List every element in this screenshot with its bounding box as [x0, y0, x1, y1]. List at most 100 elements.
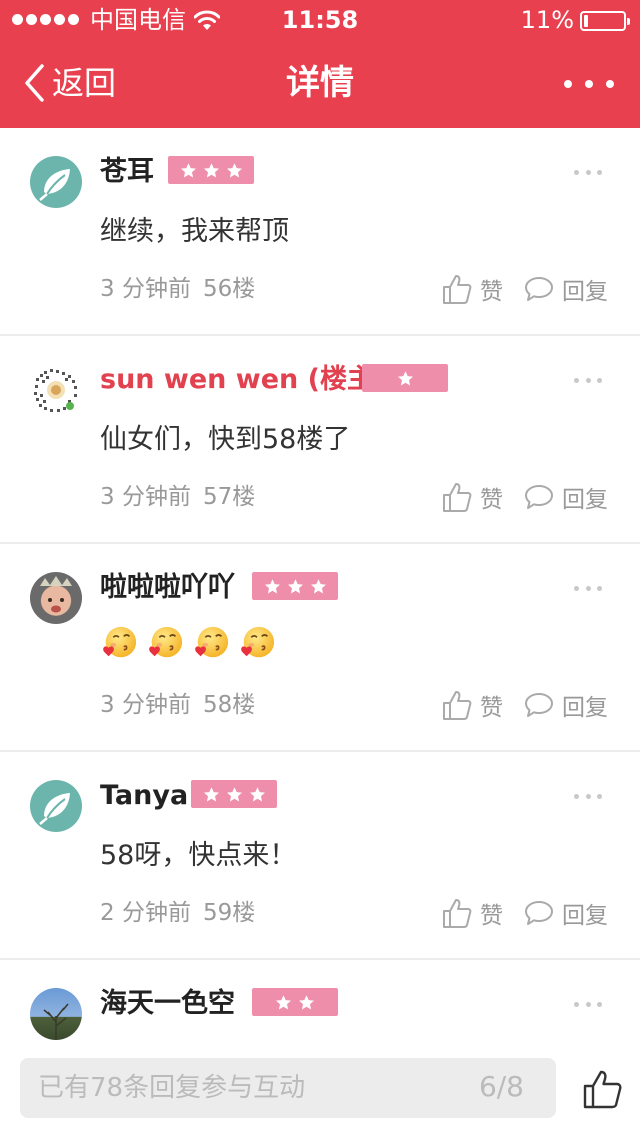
- reply-button[interactable]: 回复: [524, 688, 608, 722]
- like-button[interactable]: 赞: [442, 688, 503, 722]
- like-label: 赞: [480, 695, 503, 721]
- star-icon: [203, 162, 219, 177]
- reply-label: 回复: [562, 903, 608, 929]
- star-icon: [276, 994, 291, 1009]
- battery-percent: 11%: [520, 6, 574, 34]
- leaf-icon: [39, 169, 70, 201]
- navigation-bar: 返回 详情: [0, 40, 640, 128]
- post-menu-button[interactable]: [574, 376, 602, 384]
- thumbs-up-icon: [443, 899, 472, 928]
- reply-meta: 3 分钟前 56楼: [100, 272, 255, 306]
- post-menu-button[interactable]: [574, 168, 602, 176]
- reply-label: 回复: [562, 279, 608, 305]
- like-label: 赞: [480, 487, 503, 513]
- star-icon: [264, 578, 280, 593]
- chevron-left-icon: [25, 64, 44, 102]
- level-badge: [191, 780, 277, 808]
- like-label: 赞: [480, 279, 503, 305]
- reply-input[interactable]: 已有78条回复参与互动 6/8: [20, 1058, 556, 1118]
- reply-content: 58呀，快点来！: [100, 840, 297, 871]
- post-menu-button[interactable]: [574, 1000, 602, 1008]
- star-icon: [226, 162, 242, 177]
- like-label: 赞: [480, 903, 503, 929]
- floor-number: 56楼: [202, 276, 256, 302]
- reply-time: 3 分钟前: [100, 484, 191, 510]
- post-menu-button[interactable]: [574, 584, 602, 592]
- post-menu-button[interactable]: [574, 792, 602, 800]
- reply-list: 苍耳 继续，我来帮顶 3 分钟前 56楼 赞 回复 sun wen wen (楼…: [0, 128, 640, 1050]
- back-label: 返回: [52, 64, 117, 102]
- leaf-avatar[interactable]: [30, 156, 82, 208]
- like-button[interactable]: 赞: [442, 272, 503, 306]
- level-badge: [168, 156, 254, 184]
- sky-photo-avatar[interactable]: [30, 988, 82, 1040]
- floor-number: 58楼: [202, 692, 256, 718]
- reply-item: 啦啦啦吖吖 3 分钟前 58楼 赞 回复: [0, 544, 640, 752]
- reply-label: 回复: [562, 695, 608, 721]
- reply-content: 继续，我来帮顶: [100, 216, 289, 247]
- qr-code-icon: [34, 369, 77, 412]
- level-badge: [252, 572, 338, 600]
- qr-avatar[interactable]: [30, 364, 82, 416]
- tree-icon: [43, 1003, 69, 1040]
- back-button[interactable]: 返回: [22, 62, 116, 104]
- battery-icon: [580, 11, 630, 31]
- reply-button[interactable]: 回复: [524, 896, 608, 930]
- top-bar: 中国电信 11:58 11% 返回 详情: [0, 0, 640, 128]
- reply-item: Tanya 58呀，快点来！ 2 分钟前 59楼 赞 回复: [0, 752, 640, 960]
- reply-time: 3 分钟前: [100, 276, 191, 302]
- like-button[interactable]: 赞: [442, 896, 503, 930]
- comment-bubble-icon: [525, 485, 553, 509]
- star-icon: [203, 786, 219, 801]
- reply-content: 仙女们，快到58楼了: [100, 424, 351, 455]
- username[interactable]: 啦啦啦吖吖: [100, 570, 235, 606]
- page-indicator: 6/8: [478, 1070, 524, 1103]
- comment-bubble-icon: [525, 693, 553, 717]
- reply-item: 苍耳 继续，我来帮顶 3 分钟前 56楼 赞 回复: [0, 128, 640, 336]
- reply-time: 3 分钟前: [100, 692, 191, 718]
- leaf-icon: [39, 793, 70, 825]
- username[interactable]: 海天一色空: [100, 986, 235, 1022]
- reply-content-emojis: [100, 624, 276, 662]
- like-button[interactable]: 赞: [442, 480, 503, 514]
- reply-item: sun wen wen (楼主) 仙女们，快到58楼了 3 分钟前 57楼 赞 回…: [0, 336, 640, 544]
- kiss-heart-emoji: [238, 624, 276, 662]
- comment-bubble-icon: [525, 277, 553, 301]
- star-icon: [249, 786, 265, 801]
- reply-meta: 2 分钟前 59楼: [100, 896, 255, 930]
- leaf-avatar[interactable]: [30, 780, 82, 832]
- star-icon: [226, 786, 242, 801]
- reply-label: 回复: [562, 487, 608, 513]
- kiss-heart-emoji: [100, 624, 138, 662]
- username-host[interactable]: sun wen wen (楼主): [100, 362, 386, 398]
- username[interactable]: Tanya: [100, 778, 188, 814]
- thumbs-up-icon[interactable]: [582, 1068, 622, 1110]
- baby-photo-avatar[interactable]: [30, 572, 82, 624]
- star-icon: [310, 578, 326, 593]
- reply-meta: 3 分钟前 58楼: [100, 688, 255, 722]
- baby-face-icon: [40, 576, 72, 613]
- reply-time: 2 分钟前: [100, 900, 191, 926]
- status-bar: 中国电信 11:58 11%: [0, 0, 640, 40]
- reply-input-placeholder: 已有78条回复参与互动: [38, 1073, 306, 1103]
- star-icon: [287, 578, 303, 593]
- comment-bubble-icon: [525, 901, 553, 925]
- more-options-button[interactable]: [564, 74, 614, 94]
- thumbs-up-icon: [443, 275, 472, 304]
- reply-item: 海天一色空: [0, 960, 640, 1050]
- reply-button[interactable]: 回复: [524, 272, 608, 306]
- floor-number: 59楼: [202, 900, 256, 926]
- level-badge: [252, 988, 338, 1016]
- username[interactable]: 苍耳: [100, 154, 154, 190]
- star-icon: [180, 162, 196, 177]
- thumbs-up-icon: [443, 691, 472, 720]
- thumbs-up-icon: [443, 483, 472, 512]
- bottom-reply-bar: 已有78条回复参与互动 6/8: [0, 1044, 640, 1136]
- kiss-heart-emoji: [192, 624, 230, 662]
- star-icon: [299, 994, 314, 1009]
- star-icon: [397, 370, 413, 385]
- reply-meta: 3 分钟前 57楼: [100, 480, 255, 514]
- kiss-heart-emoji: [146, 624, 184, 662]
- reply-button[interactable]: 回复: [524, 480, 608, 514]
- floor-number: 57楼: [202, 484, 256, 510]
